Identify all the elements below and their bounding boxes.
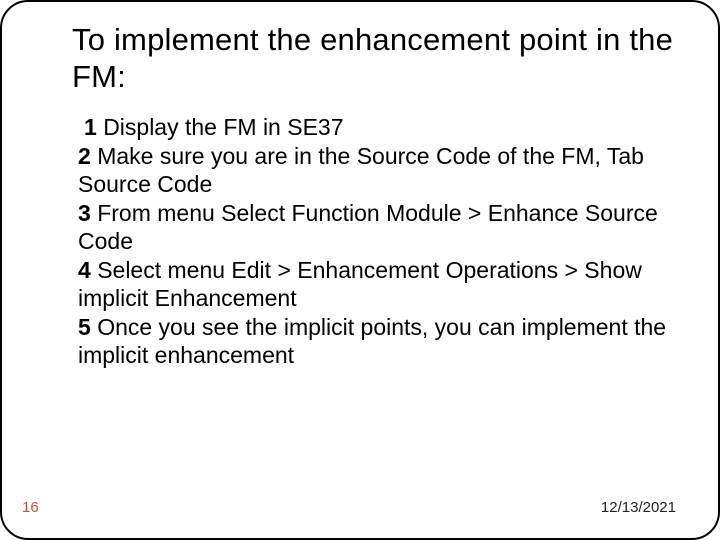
step-3-number: 3 [78, 200, 91, 226]
slide: To implement the enhancement point in th… [0, 0, 720, 540]
step-2-number: 2 [78, 143, 91, 169]
step-1: 1 Display the FM in SE37 [78, 113, 674, 142]
step-1-number: 1 [84, 114, 97, 140]
step-4-number: 4 [78, 257, 91, 283]
step-5: 5 Once you see the implicit points, you … [78, 313, 674, 370]
page-number: 16 [22, 499, 39, 516]
step-1-text: Display the FM in SE37 [103, 114, 343, 140]
step-2: 2 Make sure you are in the Source Code o… [78, 142, 674, 199]
slide-title: To implement the enhancement point in th… [72, 22, 680, 95]
step-5-text: Once you see the implicit points, you ca… [78, 314, 666, 369]
slide-body: 1 Display the FM in SE37 2 Make sure you… [72, 113, 680, 370]
step-4: 4 Select menu Edit > Enhancement Operati… [78, 256, 674, 313]
step-5-number: 5 [78, 314, 91, 340]
step-3-text: From menu Select Function Module > Enhan… [78, 200, 658, 255]
step-2-text: Make sure you are in the Source Code of … [78, 143, 644, 198]
step-3: 3 From menu Select Function Module > Enh… [78, 199, 674, 256]
step-4-text: Select menu Edit > Enhancement Operation… [78, 257, 642, 312]
slide-date: 12/13/2021 [601, 499, 676, 516]
